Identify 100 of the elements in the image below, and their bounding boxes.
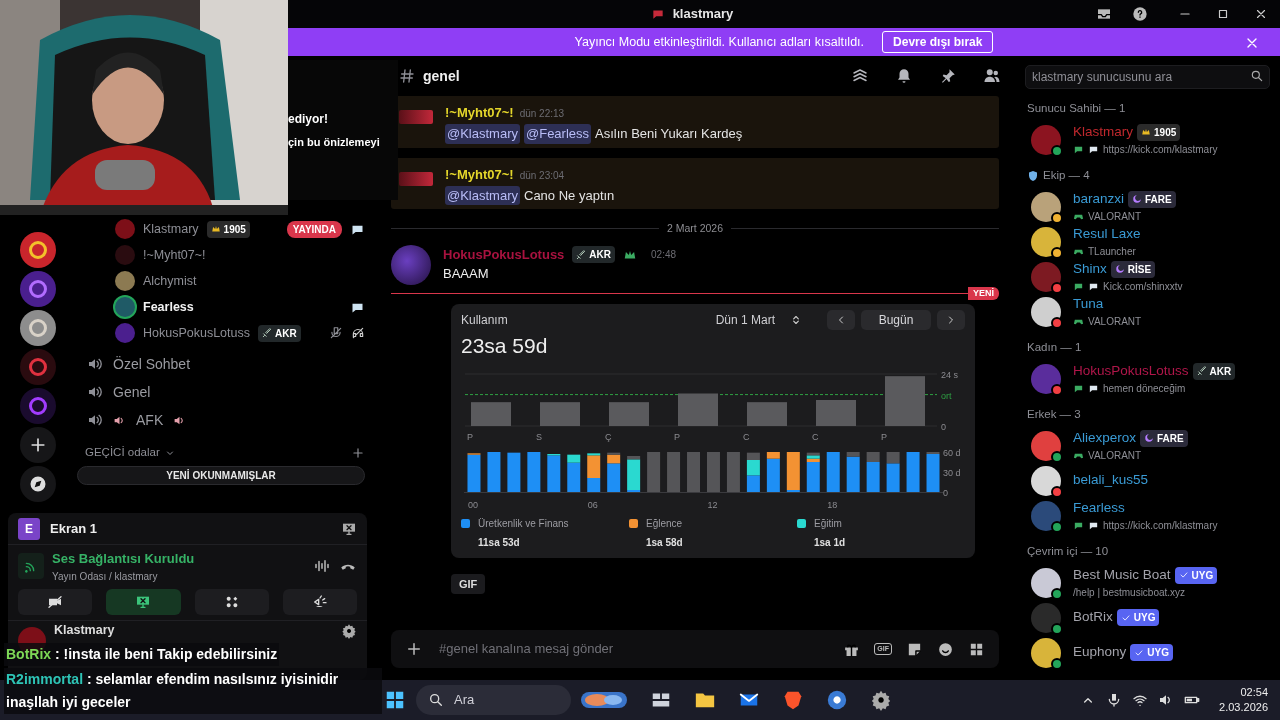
member-name[interactable]: Resul Laxe bbox=[1073, 223, 1141, 245]
window-title: klastmary bbox=[672, 5, 734, 24]
app-tag: UYG bbox=[1174, 566, 1218, 584]
axis-label: P bbox=[881, 431, 887, 442]
taskbar-search[interactable]: Ara bbox=[416, 685, 571, 715]
user-name: Alchymist bbox=[143, 272, 197, 290]
member-name[interactable]: baranzxi bbox=[1073, 188, 1125, 210]
unread-button[interactable]: YENİ OKUNMAMIŞLAR bbox=[77, 466, 365, 485]
axis-label: Ç bbox=[605, 431, 612, 442]
legend-label: Eğlence bbox=[646, 516, 683, 531]
member-name[interactable]: Euphony bbox=[1073, 642, 1127, 663]
user-name: Fearless bbox=[143, 298, 194, 316]
member-name[interactable]: belali_kus55 bbox=[1073, 470, 1149, 491]
activity-text: VALORANT bbox=[1088, 449, 1142, 464]
user-tag: AKR bbox=[258, 324, 301, 342]
user-tag: 1905 bbox=[1137, 123, 1181, 141]
author-name: !~Myht07~! bbox=[445, 166, 514, 182]
author-name: HokusPokusLotuss bbox=[443, 245, 565, 264]
member-name[interactable]: Aliexperox bbox=[1073, 427, 1137, 449]
axis-label: C bbox=[743, 431, 750, 442]
search-field[interactable]: klastmary sunucusunu ara bbox=[1025, 65, 1270, 89]
clock-time: 02:54 bbox=[1239, 685, 1268, 700]
axis-label: 24 s bbox=[941, 369, 958, 380]
connection-status: Ses Bağlantısı Kuruldu bbox=[52, 550, 196, 568]
user-name: Klastmary bbox=[143, 220, 199, 238]
gif-button[interactable]: GIF bbox=[451, 573, 486, 595]
today-button[interactable]: Bugün bbox=[861, 310, 931, 331]
date-label: Dün 1 Mart bbox=[715, 312, 775, 330]
voice-channel-path: Yayın Odası / klastmary bbox=[52, 569, 159, 584]
user-tag: AKR bbox=[1192, 362, 1236, 380]
app-tag: UYG bbox=[1116, 609, 1160, 626]
axis-label: 0 bbox=[943, 487, 948, 498]
axis-label: 60 d bbox=[943, 447, 961, 458]
axis-label: C bbox=[812, 431, 819, 442]
axis-label: S bbox=[536, 431, 542, 442]
axis-label: 0 bbox=[941, 421, 946, 432]
chat-message: BotRix : !insta ile beni Takip edebilirsiniz bbox=[4, 643, 280, 666]
timestamp: dün 23:04 bbox=[519, 169, 565, 181]
user-tag: FARE bbox=[1128, 190, 1176, 208]
member-name[interactable]: Klastmary bbox=[1073, 121, 1133, 143]
user-name: Klastmary bbox=[54, 622, 116, 637]
timestamp: 02:48 bbox=[651, 248, 677, 262]
axis-label: P bbox=[467, 431, 473, 442]
voice-channel[interactable]: Özel Sohbet bbox=[113, 353, 191, 375]
new-marker: YENİ bbox=[968, 286, 999, 301]
popup-text: ediyor! bbox=[288, 110, 329, 128]
chat-message: R2immortal : selamlar efendim nasılsınız iyisinidir inaşllah iyi geceler bbox=[4, 668, 382, 714]
activity-text: https://kick.com/klastmary bbox=[1103, 143, 1218, 158]
channel-name: genel bbox=[423, 66, 460, 86]
user-tag: FARE bbox=[1140, 429, 1188, 447]
activity-text: https://kick.com/klastmary bbox=[1103, 519, 1218, 534]
group-header: Erkek — 3 bbox=[1027, 407, 1081, 423]
member-name[interactable]: Fearless bbox=[1073, 497, 1125, 519]
axis-label: P bbox=[674, 431, 680, 442]
activity-text: VALORANT bbox=[1088, 210, 1142, 225]
activity-text: Kick.com/shinxxtv bbox=[1103, 280, 1183, 295]
voice-channel[interactable]: AFK bbox=[136, 409, 164, 431]
axis-label: 00 bbox=[468, 499, 478, 510]
stream-avatar: E bbox=[18, 517, 40, 540]
group-header: Sunucu Sahibi — 1 bbox=[1027, 101, 1126, 117]
date-divider: 2 Mart 2026 bbox=[667, 221, 724, 236]
user-tag: AKR bbox=[572, 246, 616, 263]
category-label: GEÇİCİ odalar bbox=[85, 445, 160, 461]
axis-label: 12 bbox=[707, 499, 718, 510]
activity-text: hemen döneceğim bbox=[1103, 382, 1186, 397]
user-name: HokusPokusLotuss bbox=[143, 324, 250, 342]
user-tag: RİSE bbox=[1110, 260, 1156, 278]
mention[interactable]: @Klastmary bbox=[445, 124, 520, 144]
mention[interactable]: @Klastmary bbox=[445, 185, 520, 205]
activity-text: /help | bestmusicboat.xyz bbox=[1073, 586, 1186, 601]
legend-total: 1sa 58d bbox=[646, 535, 684, 550]
member-name[interactable]: Shinx bbox=[1073, 258, 1107, 280]
legend-label: Eğitim bbox=[814, 516, 842, 531]
message-text: Cano Ne yaptın bbox=[524, 186, 615, 205]
banner-text: Yayıncı Modu etkinleştirildi. Kullanıcı adları kısaltıldı. bbox=[574, 33, 865, 51]
usage-total: 23sa 59d bbox=[461, 333, 549, 360]
legend-total: 11sa 53d bbox=[478, 535, 521, 550]
axis-label: 06 bbox=[587, 499, 598, 510]
message-text: Asılın Beni Yukarı Kardeş bbox=[595, 125, 743, 143]
clock-date: 2.03.2026 bbox=[1219, 700, 1268, 715]
member-name[interactable]: Tuna bbox=[1073, 293, 1104, 315]
message-text: BAAAM bbox=[443, 265, 490, 284]
voice-channel[interactable]: Genel bbox=[113, 381, 151, 403]
user-name: !~Myht07~! bbox=[143, 246, 206, 264]
author-name: !~Myht07~! bbox=[445, 105, 514, 120]
disable-button[interactable]: Devre dışı bırak bbox=[882, 31, 994, 53]
legend-total: 1sa 1d bbox=[814, 535, 847, 550]
group-header: Ekip — 4 bbox=[1043, 168, 1090, 184]
timestamp: dün 22:13 bbox=[519, 108, 565, 119]
mention[interactable]: @Fearless bbox=[524, 124, 592, 144]
axis-label: ort bbox=[941, 390, 952, 401]
axis-label: 18 bbox=[827, 499, 838, 510]
member-name[interactable]: Best Music Boat bbox=[1073, 564, 1171, 586]
group-header: Çevrim içi — 10 bbox=[1027, 544, 1109, 560]
legend-label: Üretkenlik ve Finans bbox=[478, 516, 569, 531]
member-name[interactable]: BotRix bbox=[1073, 607, 1113, 628]
stream-title: Ekran 1 bbox=[50, 519, 98, 538]
app-tag: UYG bbox=[1130, 644, 1173, 661]
activity-text: VALORANT bbox=[1088, 315, 1142, 330]
axis-label: 30 d bbox=[943, 467, 961, 478]
